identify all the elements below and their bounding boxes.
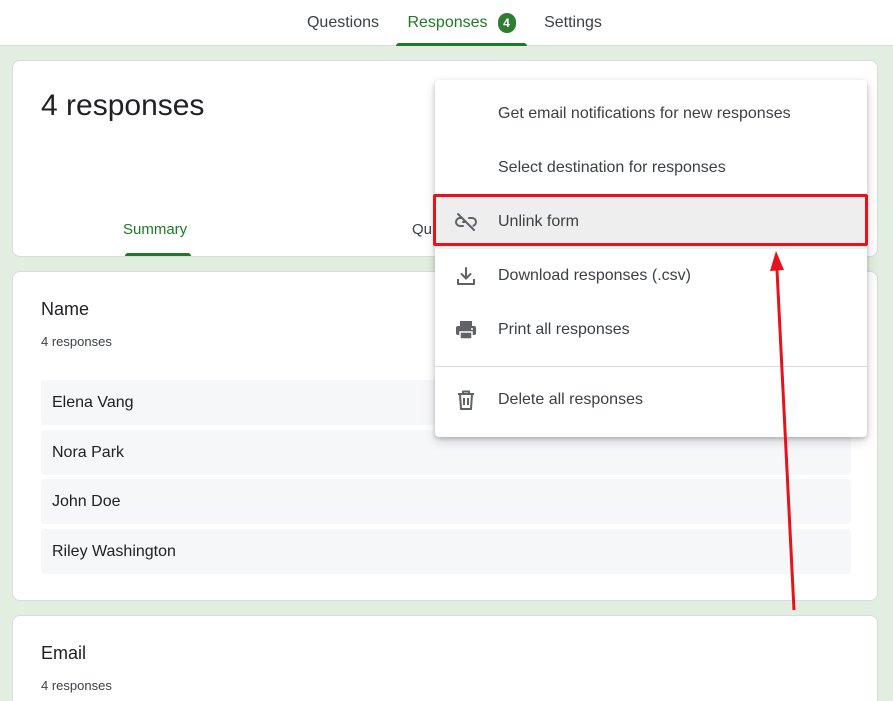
question-title: Email: [41, 643, 87, 663]
menu-item-email-notifications[interactable]: Get email notifications for new response…: [435, 87, 867, 141]
question-title: Name: [41, 299, 90, 319]
annotation-highlight-box: [433, 194, 868, 246]
menu-item-label: Select destination for responses: [498, 159, 726, 176]
tab-questions-label: Questions: [306, 14, 380, 31]
subtab-question[interactable]: Qu: [412, 221, 432, 238]
subtab-summary[interactable]: Summary: [123, 221, 187, 238]
menu-item-delete-all[interactable]: Delete all responses: [435, 373, 867, 427]
email-question-card: Email 4 responses: [12, 615, 878, 701]
responses-count-badge: 4: [497, 13, 516, 33]
menu-item-label: Print all responses: [498, 321, 630, 338]
answer-row: John Doe: [41, 479, 851, 524]
question-response-count: 4 responses: [41, 334, 112, 349]
question-response-count: 4 responses: [41, 678, 112, 693]
tab-responses-label: Responses: [407, 14, 488, 31]
menu-item-select-destination[interactable]: Select destination for responses: [435, 141, 867, 195]
tab-settings-label: Settings: [544, 14, 602, 31]
top-nav-bar: Questions Responses 4 Settings: [0, 0, 893, 46]
menu-item-label: Delete all responses: [498, 391, 643, 408]
menu-item-label: Download responses (.csv): [498, 267, 691, 284]
menu-divider: [435, 366, 867, 367]
tab-responses[interactable]: Responses 4: [396, 0, 527, 46]
subtab-active-indicator: [125, 253, 191, 256]
responses-title: 4 responses: [41, 89, 205, 122]
trash-icon: [454, 388, 478, 412]
responses-more-menu: Get email notifications for new response…: [435, 80, 867, 437]
printer-icon: [454, 318, 478, 342]
active-tab-indicator: [396, 43, 527, 46]
answer-row: Riley Washington: [41, 529, 851, 574]
menu-item-label: Get email notifications for new response…: [498, 105, 791, 122]
menu-item-print-all[interactable]: Print all responses: [435, 303, 867, 357]
download-icon: [454, 264, 478, 288]
menu-item-download-csv[interactable]: Download responses (.csv): [435, 249, 867, 303]
tab-questions[interactable]: Questions: [296, 0, 390, 46]
tab-settings[interactable]: Settings: [535, 0, 611, 46]
